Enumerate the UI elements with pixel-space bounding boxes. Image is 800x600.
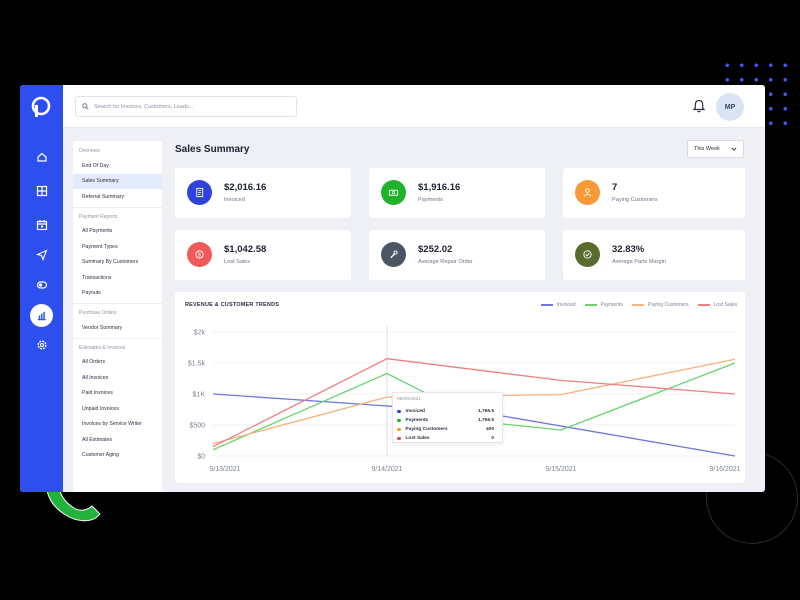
stat-card-average-repair-order: $252.02 Average Repair Order <box>369 230 545 280</box>
user-icon <box>575 180 600 205</box>
subnav-item-summary-by-customers[interactable]: Summary By Customers <box>73 255 162 271</box>
subnav-item-invoices-by-service-writer[interactable]: Invoices by Service Writer <box>73 417 162 433</box>
dollar-icon: $ <box>187 242 212 267</box>
x-tick-label: 9/15/2021 <box>545 466 576 473</box>
subnav-item-payouts[interactable]: Payouts <box>73 286 162 302</box>
subnav-item-all-estimates[interactable]: All Estimates <box>73 432 162 448</box>
subnav-item-payment-types[interactable]: Payment Types <box>73 239 162 255</box>
chevron-down-icon <box>731 147 737 151</box>
divider <box>73 206 162 208</box>
calendar-icon[interactable] <box>32 215 51 234</box>
nav-rail <box>20 85 63 492</box>
subnav-item-sales-summary[interactable]: Sales Summary <box>73 173 162 189</box>
page-title: Sales Summary <box>175 144 250 155</box>
y-tick-label: $500 <box>189 423 205 430</box>
subnav-item-unpaid-invoices[interactable]: Unpaid Invoices <box>73 401 162 417</box>
divider <box>73 303 162 304</box>
subnav-section-payment-reports: Payment Reports <box>79 213 118 220</box>
subnav-item-end-of-day[interactable]: End Of Day <box>73 158 162 174</box>
subnav-item-paid-invoices[interactable]: Paid Invoices <box>73 386 162 402</box>
stat-card-paying-customers: 7 Paying Customers <box>563 168 745 218</box>
x-tick-label: 9/14/2021 <box>371 466 402 473</box>
stat-value: 32.83% <box>612 244 645 255</box>
stat-value: $2,016.16 <box>224 182 267 193</box>
subnav-item-customer-aging[interactable]: Customer Aging <box>73 448 162 464</box>
y-tick-label: $2k <box>194 330 206 337</box>
toggle-icon[interactable] <box>32 275 51 294</box>
chart-tooltip: 09/05/2021 Invoiced 1,766.5 Payments 1,766… <box>392 392 503 443</box>
stat-value: $1,916.16 <box>418 182 461 193</box>
trends-chart-card: REVENUE & CUSTOMER TRENDS Invoiced Payme… <box>175 292 745 483</box>
stat-card-average-parts-margin: 32.83% Average Parts Margin <box>563 230 745 280</box>
stat-label: Payments <box>418 197 443 203</box>
search-input[interactable]: Search for Invoices, Customers, Leads... <box>75 96 297 117</box>
svg-text:$: $ <box>198 252 201 258</box>
subnav-item-vendor-summary[interactable]: Vendor Summary <box>73 320 162 336</box>
brand-logo-icon[interactable] <box>29 95 53 119</box>
tooltip-row: Invoiced 1,766.5 <box>397 407 494 416</box>
grid-icon[interactable] <box>32 181 51 200</box>
reports-subnav: Overview End Of Day Sales Summary Referr… <box>73 141 162 492</box>
x-tick-label: 9/16/2021 <box>709 466 740 473</box>
tooltip-row: Payments 1,766.5 <box>397 416 494 425</box>
subnav-section-estimates-invoices: Estimates & Invoices <box>79 344 126 351</box>
tooltip-date: 09/05/2021 <box>397 397 422 402</box>
home-icon[interactable] <box>32 147 51 166</box>
stat-value: $252.02 <box>418 244 453 255</box>
wrench-icon <box>381 242 406 267</box>
send-icon[interactable] <box>32 245 51 264</box>
stat-label: Average Parts Margin <box>612 259 666 265</box>
stat-card-payments: $1,916.16 Payments <box>369 168 545 218</box>
avatar[interactable]: MP <box>716 93 744 121</box>
subnav-section-purchase-orders: Purchase Orders <box>79 310 117 316</box>
invoice-icon <box>187 180 212 205</box>
trends-line-chart[interactable]: $0 $500 $1K $1.5k $2k 9/13/2021 9/14/2021 9/15/… <box>175 292 745 483</box>
bell-icon[interactable] <box>691 98 707 114</box>
subnav-item-transactions[interactable]: Transactions <box>73 270 162 286</box>
x-tick-label: 9/13/2021 <box>209 466 240 473</box>
tooltip-row: Lost Sales 0 <box>397 434 494 443</box>
y-tick-label: $1.5k <box>188 361 206 368</box>
app-window: Search for Invoices, Customers, Leads...… <box>20 85 765 492</box>
stat-card-lost-sales: $ $1,042.58 Lost Sales <box>175 230 351 280</box>
period-select-value: This Week <box>694 146 720 152</box>
top-bar: Search for Invoices, Customers, Leads...… <box>63 85 765 128</box>
stat-label: Average Repair Order <box>418 259 473 265</box>
money-icon <box>381 180 406 205</box>
stat-label: Invoiced <box>224 197 245 203</box>
search-icon <box>82 103 89 110</box>
stat-value: 7 <box>612 182 618 193</box>
reports-icon[interactable] <box>30 304 53 327</box>
stat-value: $1,042.58 <box>224 244 267 255</box>
subnav-item-all-invoices[interactable]: All Invoices <box>73 370 162 386</box>
subnav-item-all-orders[interactable]: All Orders <box>73 355 162 371</box>
settings-icon[interactable] <box>32 335 51 354</box>
stat-label: Paying Customers <box>612 197 658 203</box>
stat-card-invoiced: $2,016.16 Invoiced <box>175 168 351 218</box>
subnav-item-referral-summary[interactable]: Referral Summary <box>73 189 162 205</box>
stat-label: Lost Sales <box>224 259 251 265</box>
divider <box>73 337 162 339</box>
subnav-item-all-payments[interactable]: All Payments <box>73 224 162 240</box>
period-select[interactable]: This Week <box>687 140 744 158</box>
tooltip-row: Paying Customers 400 <box>397 425 494 434</box>
search-placeholder: Search for Invoices, Customers, Leads... <box>94 103 194 110</box>
y-tick-label: $1K <box>193 392 206 399</box>
y-tick-label: $0 <box>197 454 205 461</box>
subnav-section-overview: Overview <box>79 148 100 154</box>
check-icon <box>575 242 600 267</box>
